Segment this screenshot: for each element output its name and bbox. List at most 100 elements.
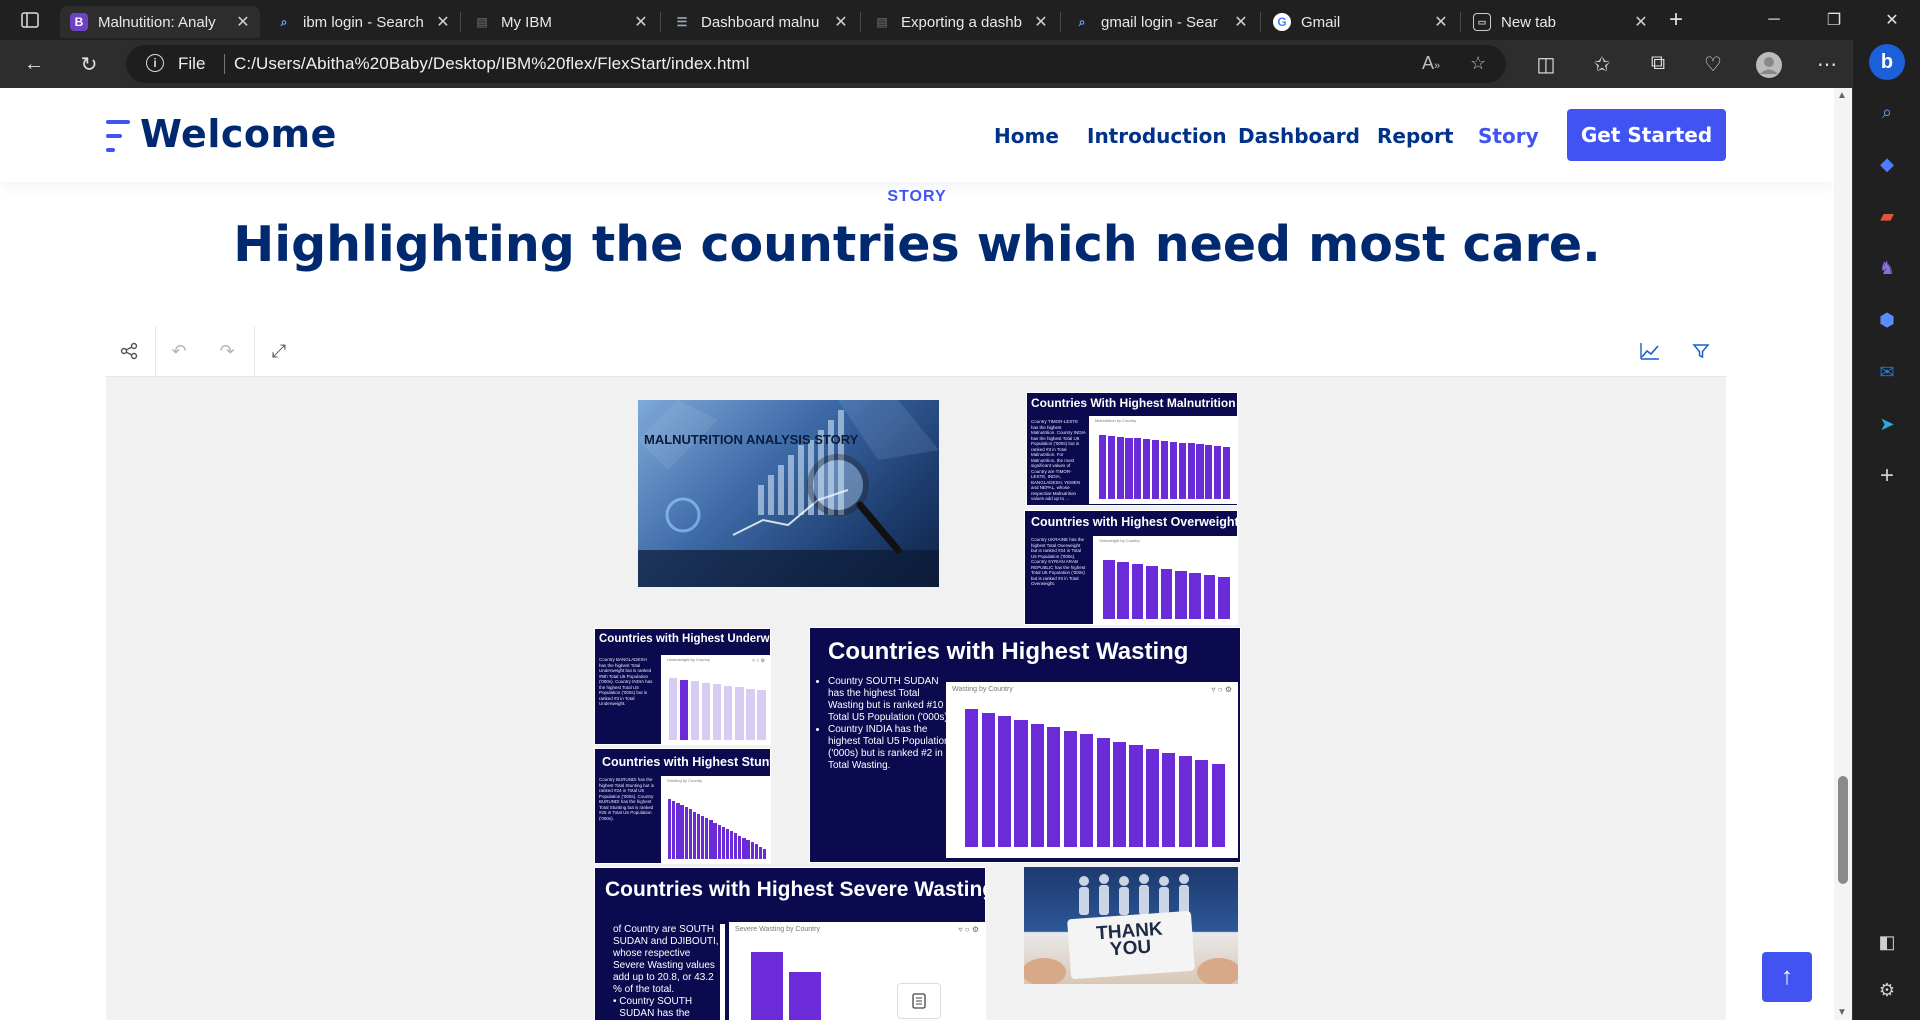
tab-malnutrition[interactable]: B Malnutition: Analy ✕ xyxy=(60,6,260,38)
chart-bar xyxy=(721,826,725,859)
scroll-up-arrow-icon[interactable]: ▲ xyxy=(1837,90,1847,101)
nav-report[interactable]: Report xyxy=(1377,124,1453,148)
underweight-tile[interactable]: Countries with Highest Underweight Count… xyxy=(594,628,771,745)
chart-bar xyxy=(1103,559,1115,619)
logo-text[interactable]: Welcome xyxy=(140,112,337,156)
text-scrollbar[interactable] xyxy=(720,924,725,1020)
chart-bar xyxy=(1187,443,1195,499)
search-icon[interactable]: ⌕ xyxy=(1873,98,1901,126)
scrollbar-thumb[interactable] xyxy=(1838,776,1848,884)
close-icon[interactable]: ✕ xyxy=(1030,12,1052,32)
minimize-icon[interactable]: ─ xyxy=(1746,0,1802,40)
send-icon[interactable]: ➤ xyxy=(1873,410,1901,438)
redo-icon[interactable]: ↷ xyxy=(214,338,240,364)
tab-separator xyxy=(460,12,461,32)
chart-title: Severe Wasting by Country xyxy=(735,926,820,933)
close-icon[interactable]: ✕ xyxy=(1430,12,1452,32)
chart-bar xyxy=(751,952,783,1020)
close-icon[interactable]: ✕ xyxy=(830,12,852,32)
chart-bar xyxy=(1125,437,1133,499)
chart-bar xyxy=(1047,727,1061,848)
filter-icon[interactable] xyxy=(1688,338,1714,364)
tab-exporting-dashboard[interactable]: ▤ Exporting a dashb ✕ xyxy=(863,6,1058,38)
overweight-tile[interactable]: Countries with Highest Overweight Countr… xyxy=(1024,510,1238,625)
chart-bar xyxy=(1189,572,1201,619)
profile-avatar-icon[interactable] xyxy=(1756,52,1782,84)
undo-icon[interactable]: ↶ xyxy=(166,338,192,364)
copilot-365-icon[interactable]: ⬢ xyxy=(1873,306,1901,334)
tab-title: gmail login - Sear xyxy=(1101,13,1218,31)
close-icon[interactable]: ✕ xyxy=(630,12,652,32)
chart-bar xyxy=(1014,719,1028,848)
chart-bar xyxy=(668,678,678,740)
share-icon[interactable] xyxy=(116,338,142,364)
settings-gear-icon[interactable]: ⚙ xyxy=(1873,976,1901,1004)
tab-gmail[interactable]: G Gmail ✕ xyxy=(1263,6,1458,38)
malnutrition-tile[interactable]: Countries With Highest Malnutrition Coun… xyxy=(1026,392,1238,506)
chart-bar xyxy=(705,818,709,859)
split-screen-icon[interactable]: ◫ xyxy=(1533,52,1559,77)
bootstrap-icon: B xyxy=(70,13,88,31)
fullscreen-expand-icon[interactable]: ⤢ xyxy=(266,338,292,364)
add-sidebar-app-icon[interactable]: + xyxy=(1873,462,1901,490)
search-icon: ⌕ xyxy=(280,14,288,29)
close-icon[interactable]: ✕ xyxy=(432,12,454,32)
outlook-icon[interactable]: ✉ xyxy=(1873,358,1901,386)
refresh-icon[interactable]: ↻ xyxy=(71,46,107,82)
close-icon[interactable]: ✕ xyxy=(232,12,254,32)
address-bar[interactable]: i File C:/Users/Abitha%20Baby/Desktop/IB… xyxy=(126,45,1506,83)
nav-home[interactable]: Home xyxy=(994,124,1059,148)
chart-bar xyxy=(965,708,979,848)
story-notes-icon[interactable] xyxy=(897,983,941,1019)
tab-ibm-login-search[interactable]: ⌕ ibm login - Search ✕ xyxy=(265,6,460,38)
bullet-item: • Country SOUTH SUDAN has the highest To… xyxy=(613,996,693,1019)
tools-icon[interactable]: ▰ xyxy=(1873,202,1901,230)
wasting-tile[interactable]: Countries with Highest Wasting Country S… xyxy=(809,627,1241,863)
stunting-tile[interactable]: Countries with Highest Stunting Country … xyxy=(594,748,771,864)
nav-introduction[interactable]: Introduction xyxy=(1087,124,1227,148)
logo-mark-icon[interactable] xyxy=(106,118,130,154)
browser-essentials-icon[interactable]: ♡ xyxy=(1700,52,1726,77)
story-cover-image[interactable]: MALNUTRITION ANALYSIS STORY xyxy=(638,400,939,587)
insights-chart-icon[interactable] xyxy=(1637,338,1663,364)
tile-summary: Country TIMOR-LESTE has the highest Maln… xyxy=(1031,419,1086,501)
bullet-item: of Country are SOUTH SUDAN and DJIBOUTI,… xyxy=(613,924,719,995)
chart-bar xyxy=(1162,752,1176,848)
collections-icon[interactable]: ⧉ xyxy=(1645,52,1671,75)
chart-bar xyxy=(672,800,676,859)
window-close-icon[interactable]: ✕ xyxy=(1864,0,1920,40)
chart-bar xyxy=(1146,566,1158,619)
favorite-star-icon[interactable]: ☆ xyxy=(1470,53,1486,74)
sidebar-layout-icon[interactable]: ◧ xyxy=(1873,928,1901,956)
favorites-icon[interactable]: ✩ xyxy=(1589,52,1615,77)
tab-separator xyxy=(660,12,661,32)
info-icon[interactable]: i xyxy=(146,54,164,72)
get-started-button[interactable]: Get Started xyxy=(1567,109,1726,161)
scroll-down-arrow-icon[interactable]: ▼ xyxy=(1837,1007,1847,1018)
close-icon[interactable]: ✕ xyxy=(1230,12,1252,32)
tab-my-ibm[interactable]: ▤ My IBM ✕ xyxy=(463,6,658,38)
restore-icon[interactable]: ❐ xyxy=(1806,0,1862,40)
nav-story[interactable]: Story xyxy=(1478,124,1539,148)
thank-you-image[interactable]: THANK YOU xyxy=(1024,867,1238,984)
read-aloud-icon[interactable]: A» xyxy=(1422,53,1440,74)
scroll-to-top-button[interactable]: ↑ xyxy=(1762,952,1812,1002)
new-tab-plus-icon[interactable]: + xyxy=(1648,0,1704,40)
shopping-tag-icon[interactable]: ◆ xyxy=(1873,150,1901,178)
chart-bar xyxy=(998,716,1012,848)
tab-gmail-login-search[interactable]: ⌕ gmail login - Sear ✕ xyxy=(1063,6,1258,38)
tab-new-tab[interactable]: ▭ New tab ✕ xyxy=(1463,6,1658,38)
games-icon[interactable]: ♞ xyxy=(1873,254,1901,282)
nav-dashboard[interactable]: Dashboard xyxy=(1238,124,1360,148)
page-scrollbar[interactable]: ▲ ▼ xyxy=(1834,88,1852,1020)
chart-bar xyxy=(738,835,742,859)
chart-bar xyxy=(1196,444,1204,499)
file-scheme-label: File xyxy=(178,54,206,73)
url-text[interactable]: C:/Users/Abitha%20Baby/Desktop/IBM%20fle… xyxy=(234,54,749,74)
copilot-icon[interactable]: b xyxy=(1869,44,1905,80)
tab-dashboard[interactable]: ☰ Dashboard malnu ✕ xyxy=(663,6,858,38)
more-menu-icon[interactable]: ⋯ xyxy=(1814,52,1840,77)
chart-bar xyxy=(701,682,711,740)
tab-actions-icon[interactable] xyxy=(2,0,58,40)
back-arrow-icon[interactable]: ← xyxy=(16,46,52,82)
